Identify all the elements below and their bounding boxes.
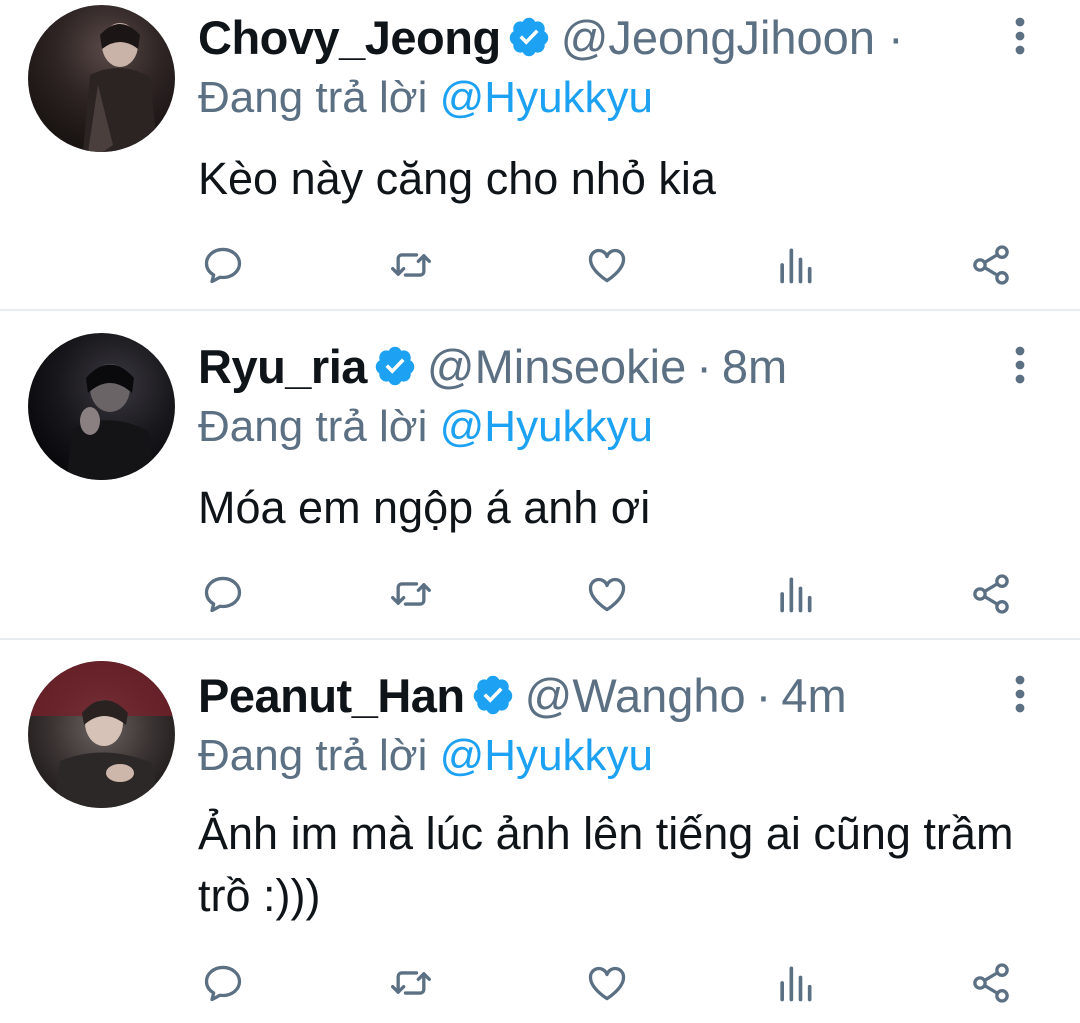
tweet[interactable]: Peanut_Han @Wangho · 4m Đang trả lời @Hy…	[0, 640, 1080, 1023]
reply-mention-link[interactable]: @Hyukkyu	[440, 402, 653, 451]
retweet-icon	[391, 971, 431, 995]
reply-button[interactable]	[198, 569, 248, 619]
like-button[interactable]	[582, 569, 632, 619]
reply-icon	[204, 247, 242, 284]
avatar-photo	[28, 661, 175, 808]
avatar[interactable]	[28, 5, 175, 152]
handle[interactable]: @Wangho	[525, 668, 746, 723]
more-options-icon[interactable]	[1008, 16, 1032, 56]
avatar-photo	[83, 23, 158, 152]
analytics-button[interactable]	[770, 958, 820, 1008]
share-button[interactable]	[966, 240, 1016, 290]
tweet[interactable]: Ryu_ria @Minseokie · 8m Đang trả lời @Hy…	[0, 311, 1080, 640]
tweet-text: Móa em ngộp á anh ơi	[198, 482, 651, 533]
analytics-icon	[780, 248, 812, 284]
like-icon	[588, 248, 626, 283]
tweet-header: Chovy_Jeong @JeongJihoon ·	[198, 10, 904, 64]
retweet-button[interactable]	[386, 240, 436, 290]
retweet-icon	[391, 253, 431, 277]
separator: ·	[755, 668, 772, 722]
handle: @JeongJihoon	[560, 10, 875, 64]
avatar-photo	[66, 364, 156, 480]
retweet-button[interactable]	[386, 958, 436, 1008]
reply-icon	[204, 965, 242, 1002]
reply-mention-link[interactable]: @Hyukkyu	[440, 73, 653, 122]
reply-mention-link[interactable]: @Hyukkyu	[440, 731, 653, 780]
analytics-button[interactable]	[770, 569, 820, 619]
reply-prefix: Đang trả lời	[198, 731, 428, 780]
handle-with-time[interactable]: @JeongJihoon ·	[561, 10, 904, 65]
tweet-header: Ryu_ria @Minseokie · 8m	[198, 339, 787, 393]
share-button[interactable]	[966, 958, 1016, 1008]
tweet-actions	[198, 240, 1038, 290]
verified-badge-icon	[373, 344, 417, 388]
avatar[interactable]	[28, 333, 175, 480]
analytics-icon	[780, 966, 812, 1002]
display-name[interactable]: Peanut_Han	[198, 668, 465, 723]
more-options-icon[interactable]	[1008, 674, 1032, 714]
timestamp[interactable]: 4m	[781, 668, 846, 723]
analytics-icon	[780, 577, 812, 613]
verified-badge-icon	[471, 673, 515, 717]
share-button[interactable]	[966, 569, 1016, 619]
like-icon	[588, 966, 626, 1001]
separator: ·	[696, 339, 712, 393]
replying-to: Đang trả lời @Hyukkyu	[198, 731, 653, 781]
reply-button[interactable]	[198, 958, 248, 1008]
reply-prefix: Đang trả lời	[198, 402, 428, 451]
avatar[interactable]	[28, 661, 175, 808]
separator: ·	[888, 10, 904, 64]
like-icon	[588, 577, 626, 612]
replying-to: Đang trả lời @Hyukkyu	[198, 73, 653, 123]
reply-button[interactable]	[198, 240, 248, 290]
like-button[interactable]	[582, 240, 632, 290]
share-icon	[973, 245, 1009, 285]
display-name[interactable]: Ryu_ria	[198, 339, 367, 394]
verified-badge-icon	[507, 15, 551, 59]
reply-icon	[204, 576, 242, 613]
retweet-icon	[391, 582, 431, 606]
share-icon	[973, 574, 1009, 614]
display-name[interactable]: Chovy_Jeong	[198, 10, 501, 65]
reply-prefix: Đang trả lời	[198, 73, 428, 122]
replying-to: Đang trả lời @Hyukkyu	[198, 402, 653, 452]
like-button[interactable]	[582, 958, 632, 1008]
tweet-text: Kèo này căng cho nhỏ kia	[198, 153, 716, 204]
tweet-actions	[198, 569, 1038, 619]
timestamp[interactable]: 8m	[722, 339, 787, 394]
share-icon	[973, 963, 1009, 1003]
tweet[interactable]: Chovy_Jeong @JeongJihoon · Đang trả lời …	[0, 0, 1080, 311]
tweet-header: Peanut_Han @Wangho · 4m	[198, 668, 847, 722]
more-options-icon[interactable]	[1008, 345, 1032, 385]
tweet-text: Ảnh im mà lúc ảnh lên tiếng ai cũng trầm…	[198, 808, 1014, 921]
retweet-button[interactable]	[386, 569, 436, 619]
analytics-button[interactable]	[770, 240, 820, 290]
tweet-actions	[198, 958, 1038, 1008]
handle[interactable]: @Minseokie	[427, 339, 686, 394]
